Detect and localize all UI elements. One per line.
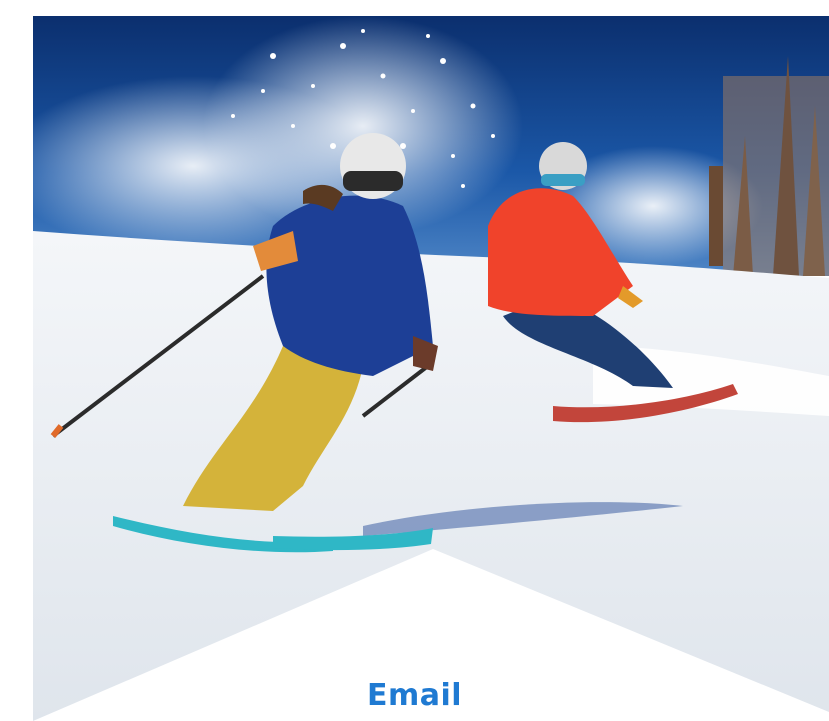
bare-trees	[709, 56, 829, 276]
ski-slope	[33, 231, 829, 721]
email-card[interactable]: Email	[0, 0, 829, 721]
email-link[interactable]: Email	[0, 669, 829, 721]
hero-photo	[33, 16, 829, 721]
skiing-photo-illustration	[33, 16, 829, 721]
